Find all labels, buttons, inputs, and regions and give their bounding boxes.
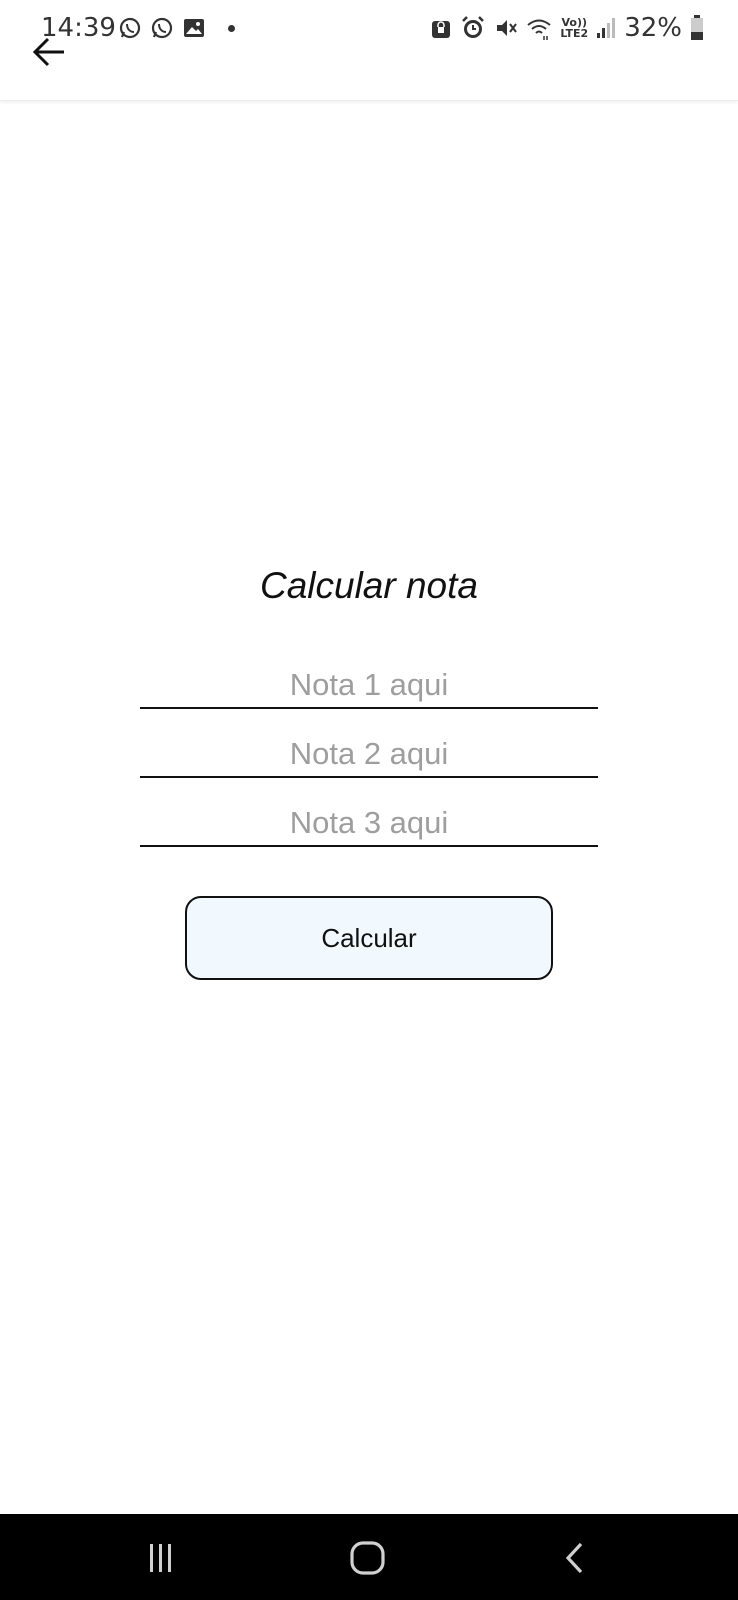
signal-icon: [597, 18, 616, 38]
lock-icon: [432, 21, 451, 38]
page-title: Calcular nota: [259, 565, 478, 606]
system-back-button[interactable]: [554, 1536, 598, 1580]
notification-dot: [228, 24, 235, 32]
back-icon: [565, 1542, 583, 1574]
status-right-icons: Vo)) LTE2 32%: [430, 13, 704, 43]
home-icon: [350, 1541, 385, 1575]
home-button[interactable]: [346, 1536, 390, 1580]
wifi-icon: [527, 19, 551, 40]
nota-3-input[interactable]: [140, 801, 598, 847]
battery-percentage: 32%: [624, 13, 682, 43]
gallery-icon: [184, 19, 204, 37]
status-time: 14:39: [41, 13, 116, 43]
recents-icon: [150, 1544, 171, 1572]
whatsapp-icon: [151, 17, 173, 39]
nota-2-input[interactable]: [140, 732, 598, 778]
status-left-icons: [118, 16, 235, 40]
lte-icon: Vo)) LTE2: [560, 17, 588, 39]
nota-1-input[interactable]: [140, 663, 598, 709]
navigation-bar: [0, 1514, 738, 1600]
calcular-button[interactable]: Calcular: [185, 896, 553, 980]
lte-label-bottom: LTE2: [560, 27, 589, 40]
alarm-icon: [462, 16, 485, 38]
status-bar: 14:39 Vo)) LTE2 32%: [0, 0, 738, 58]
mute-icon: [497, 20, 518, 36]
battery-icon: [691, 15, 703, 40]
recents-button[interactable]: [138, 1536, 182, 1580]
whatsapp-icon: [119, 17, 141, 39]
